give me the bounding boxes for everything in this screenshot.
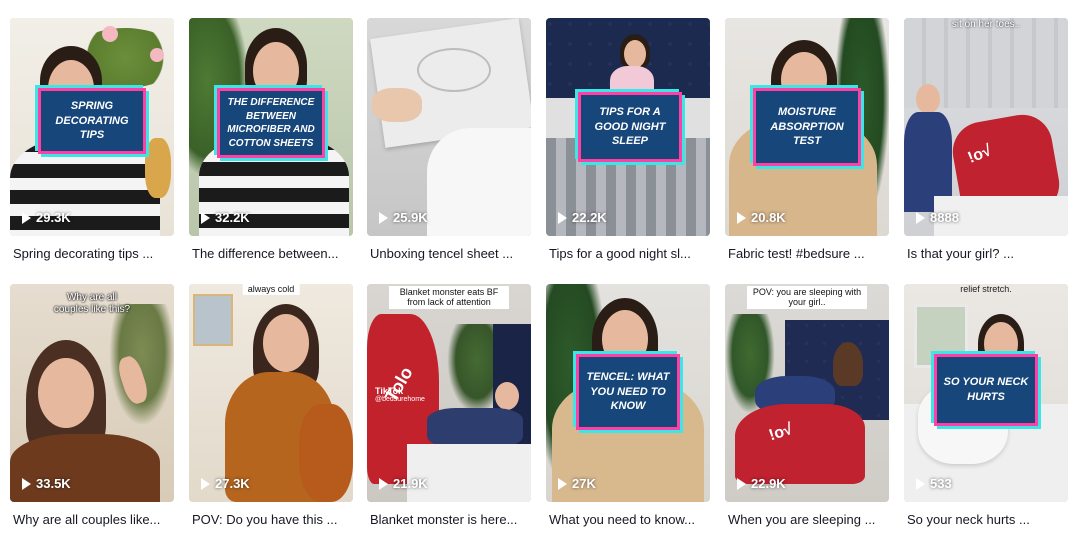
title-banner: TENCEL: WHAT YOU NEED TO KNOW xyxy=(576,354,680,430)
play-icon xyxy=(737,477,746,490)
video-thumbnail[interactable]: 25.9K xyxy=(367,18,531,236)
video-caption[interactable]: Unboxing tencel sheet ... xyxy=(370,246,534,261)
play-icon xyxy=(558,211,567,224)
view-count: 33.5K xyxy=(22,476,71,491)
view-count: 25.9K xyxy=(379,210,428,225)
play-icon xyxy=(916,477,925,490)
video-caption[interactable]: Blanket monster is here... xyxy=(370,512,534,527)
play-icon xyxy=(916,211,925,224)
title-banner: THE DIFFERENCE BETWEEN MICROFIBER AND CO… xyxy=(217,88,325,158)
video-caption[interactable]: What you need to know... xyxy=(549,512,713,527)
video-thumbnail[interactable]: always cold 27.3K xyxy=(189,284,353,502)
overlay-caption: sit on her toes.. xyxy=(951,19,1021,30)
video-thumbnail[interactable]: SPRING DECORATING TIPS 29.3K xyxy=(10,18,174,236)
play-icon xyxy=(558,477,567,490)
view-count: 32.2K xyxy=(201,210,250,225)
video-caption[interactable]: When you are sleeping ... xyxy=(728,512,892,527)
play-icon xyxy=(379,477,388,490)
view-count: 22.9K xyxy=(737,476,786,491)
title-banner: TIPS FOR A GOOD NIGHT SLEEP xyxy=(578,92,682,162)
view-count: 533 xyxy=(916,476,952,491)
overlay-caption: Blanket monster eats BF from lack of att… xyxy=(389,286,509,309)
play-icon xyxy=(379,211,388,224)
video-caption[interactable]: Spring decorating tips ... xyxy=(13,246,177,261)
video-thumbnail[interactable]: MOISTURE ABSORPTION TEST 20.8K xyxy=(725,18,889,236)
view-count: 27.3K xyxy=(201,476,250,491)
video-thumbnail[interactable]: Why are all couples like this? 33.5K xyxy=(10,284,174,502)
title-banner: SPRING DECORATING TIPS xyxy=(38,88,146,154)
overlay-caption: Why are all couples like this? xyxy=(53,292,131,315)
video-caption[interactable]: Tips for a good night sl... xyxy=(549,246,713,261)
video-caption[interactable]: So your neck hurts ... xyxy=(907,512,1071,527)
title-banner: MOISTURE ABSORPTION TEST xyxy=(753,88,861,166)
video-caption[interactable]: Fabric test! #bedsure ... xyxy=(728,246,892,261)
video-thumbnail[interactable]: Tolo Blanket monster eats BF from lack o… xyxy=(367,284,531,502)
view-count: 22.2K xyxy=(558,210,607,225)
video-caption[interactable]: Why are all couples like... xyxy=(13,512,177,527)
video-thumbnail[interactable]: !o√ sit on her toes.. 8888 xyxy=(904,18,1068,236)
video-thumbnail[interactable]: !o√ POV: you are sleeping with your girl… xyxy=(725,284,889,502)
play-icon xyxy=(22,211,31,224)
video-caption[interactable]: The difference between... xyxy=(192,246,356,261)
video-thumbnail[interactable]: TENCEL: WHAT YOU NEED TO KNOW 27K xyxy=(546,284,710,502)
watermark-logo: TikTok @bedsurehome xyxy=(375,386,425,403)
view-count: 8888 xyxy=(916,210,959,225)
video-caption[interactable]: POV: Do you have this ... xyxy=(192,512,356,527)
overlay-caption: relief stretch. xyxy=(960,284,1012,294)
play-icon xyxy=(201,211,210,224)
video-thumbnail[interactable]: THE DIFFERENCE BETWEEN MICROFIBER AND CO… xyxy=(189,18,353,236)
view-count: 29.3K xyxy=(22,210,71,225)
overlay-caption: always cold xyxy=(242,284,300,296)
video-caption[interactable]: Is that your girl? ... xyxy=(907,246,1071,261)
title-banner: SO YOUR NECK HURTS xyxy=(934,354,1038,426)
video-thumbnail[interactable]: TIPS FOR A GOOD NIGHT SLEEP 22.2K xyxy=(546,18,710,236)
view-count: 20.8K xyxy=(737,210,786,225)
play-icon xyxy=(737,211,746,224)
view-count: 21.9K xyxy=(379,476,428,491)
view-count: 27K xyxy=(558,476,596,491)
overlay-caption: POV: you are sleeping with your girl.. xyxy=(747,286,867,309)
play-icon xyxy=(201,477,210,490)
video-thumbnail[interactable]: SO YOUR NECK HURTS relief stretch. 533 xyxy=(904,284,1068,502)
play-icon xyxy=(22,477,31,490)
